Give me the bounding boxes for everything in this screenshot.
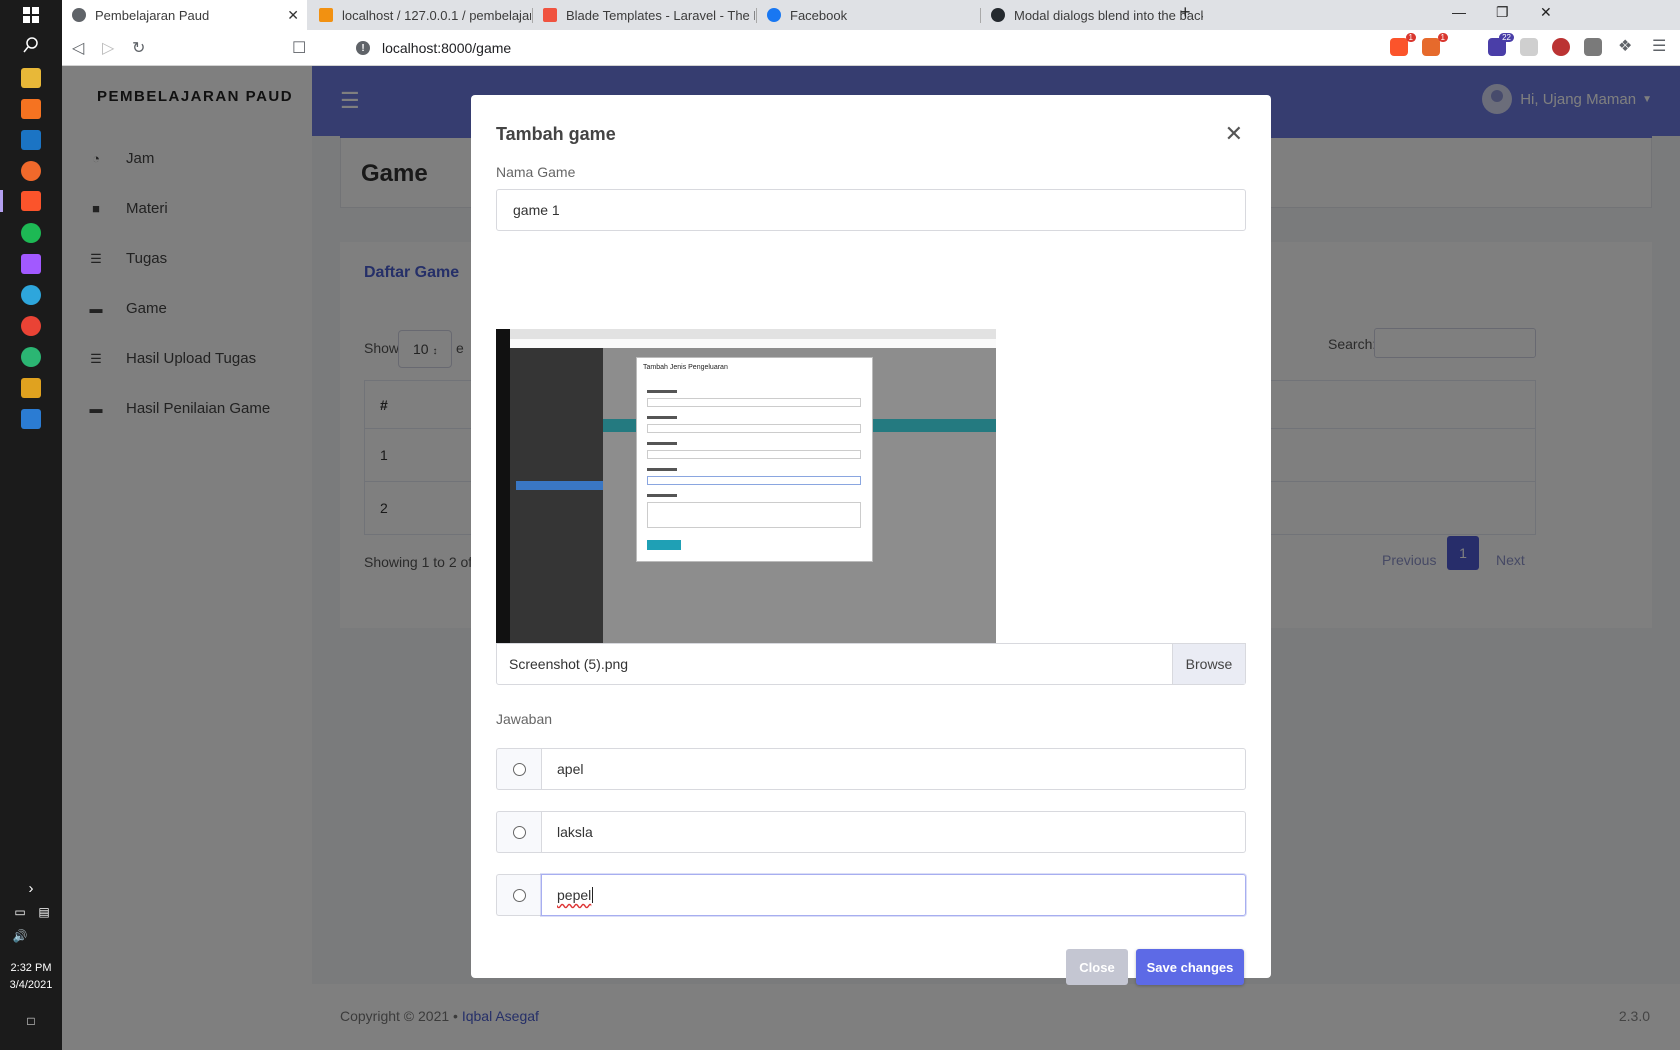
tab-strip: Pembelajaran Paud ✕ localhost / 127.0.0.… [62,0,1680,30]
tab-facebook[interactable]: Facebook [757,0,979,30]
back-icon[interactable]: ◁ [72,38,84,58]
laravel-icon [543,8,557,22]
save-changes-button[interactable]: Save changes [1136,949,1244,985]
tab-title: localhost / 127.0.0.1 / pembelajaran / [342,7,531,23]
answer-row: laksla [496,811,1246,853]
github-icon [991,8,1005,22]
forward-icon[interactable]: ▷ [102,38,114,58]
brave-icon[interactable] [21,191,41,211]
close-icon[interactable]: ✕ [1225,121,1243,147]
active-app-indicator [0,190,3,212]
add-game-modal: Tambah game ✕ Nama Game game 1 Tambah Je… [471,95,1271,985]
tab-title: Blade Templates - Laravel - The PHP F [566,7,755,23]
tab-title: Facebook [790,7,848,23]
close-window-icon[interactable]: ✕ [1540,4,1552,21]
answer-radio[interactable] [512,888,526,902]
answer-input[interactable]: laksla [541,811,1246,853]
globe-icon [72,8,86,22]
chrome-icon[interactable] [21,316,41,336]
game-name-input[interactable]: game 1 [496,189,1246,231]
menu-icon[interactable]: ☰ [1652,36,1666,56]
tab-title: Modal dialogs blend into the backgro [1014,7,1203,23]
modal-title: Tambah game [496,124,616,144]
figma-icon[interactable] [21,254,41,274]
name-label: Nama Game [496,164,576,180]
browser-toolbar: ◁ ▷ ↻ ☐ ! localhost:8000/game 1 1 22 ❖ ☰ [62,30,1680,66]
search-icon[interactable] [21,35,41,55]
address-bar[interactable]: ! localhost:8000/game [342,34,1317,62]
answer-row: pepel [496,874,1246,916]
reload-icon[interactable]: ↻ [132,38,145,58]
graduation-extension-icon[interactable]: 22 [1488,33,1514,56]
word-icon[interactable] [21,409,41,429]
app-icon[interactable] [21,347,41,367]
spotify-icon[interactable] [21,223,41,243]
windows-start-icon[interactable] [21,5,41,25]
browse-button[interactable]: Browse [1172,644,1245,684]
file-input[interactable]: Screenshot (5).png Browse [496,643,1246,685]
extension-icon[interactable] [1520,38,1538,56]
file-name: Screenshot (5).png [509,656,629,672]
text-cursor [592,887,594,903]
vscode-icon[interactable] [21,130,41,150]
clock-date[interactable]: 3/4/2021 [0,977,62,994]
firefox-icon[interactable] [21,161,41,181]
extension-icon[interactable] [1584,38,1602,56]
brave-rewards-icon[interactable]: 1 [1422,33,1448,56]
extensions-puzzle-icon[interactable]: ❖ [1618,36,1632,56]
answer-input[interactable]: apel [541,748,1246,790]
network-icon[interactable]: ▤ [34,902,54,922]
url-text: localhost:8000/game [382,40,512,56]
browser-chrome: Pembelajaran Paud ✕ localhost / 127.0.0.… [62,0,1680,66]
tab-title: Pembelajaran Paud [95,7,210,23]
volume-icon[interactable]: 🔊 [10,926,30,946]
new-tab-icon[interactable]: + [1180,2,1191,23]
restore-icon[interactable]: ❐ [1496,4,1509,21]
image-preview: Tambah Jenis Pengeluaran [496,329,996,643]
tab-laravel[interactable]: Blade Templates - Laravel - The PHP F [533,0,755,30]
extension-icon[interactable] [1552,38,1570,56]
answer-radio-box [496,748,541,790]
answer-radio-box [496,811,541,853]
web-page: PEMBELAJARAN PAUD ◔ Jam ■ Materi ☰ Tugas… [62,66,1680,1050]
clock-time[interactable]: 2:32 PM [0,960,62,977]
preview-title: Tambah Jenis Pengeluaran [643,364,728,371]
xampp-icon[interactable] [21,99,41,119]
answer-radio[interactable] [512,825,526,839]
tab-phpmyadmin[interactable]: localhost / 127.0.0.1 / pembelajaran / [309,0,531,30]
answer-radio[interactable] [512,762,526,776]
answer-input[interactable]: pepel [541,874,1246,916]
telegram-icon[interactable] [21,285,41,305]
notifications-icon[interactable]: □ [21,1011,41,1031]
close-button[interactable]: Close [1066,949,1128,985]
info-icon[interactable]: ! [356,41,370,55]
bookmark-icon[interactable]: ☐ [292,38,306,58]
git-icon[interactable] [21,378,41,398]
answer-radio-box [496,874,541,916]
show-hidden-icon[interactable]: › [21,878,41,898]
tab-pembelajaran-paud[interactable]: Pembelajaran Paud ✕ [62,0,307,30]
answer-row: apel [496,748,1246,790]
close-tab-icon[interactable]: ✕ [287,7,299,24]
phpmyadmin-icon [319,8,333,22]
battery-icon[interactable]: ▭ [10,902,30,922]
minimize-icon[interactable]: — [1452,4,1466,20]
facebook-icon [767,8,781,22]
brave-shields-icon[interactable]: 1 [1390,33,1416,56]
file-explorer-icon[interactable] [21,68,41,88]
answers-label: Jawaban [496,711,553,727]
windows-taskbar: › ▭ ▤ 🔊 2:32 PM 3/4/2021 □ [0,0,62,1050]
tab-github[interactable]: Modal dialogs blend into the backgro [981,0,1203,30]
